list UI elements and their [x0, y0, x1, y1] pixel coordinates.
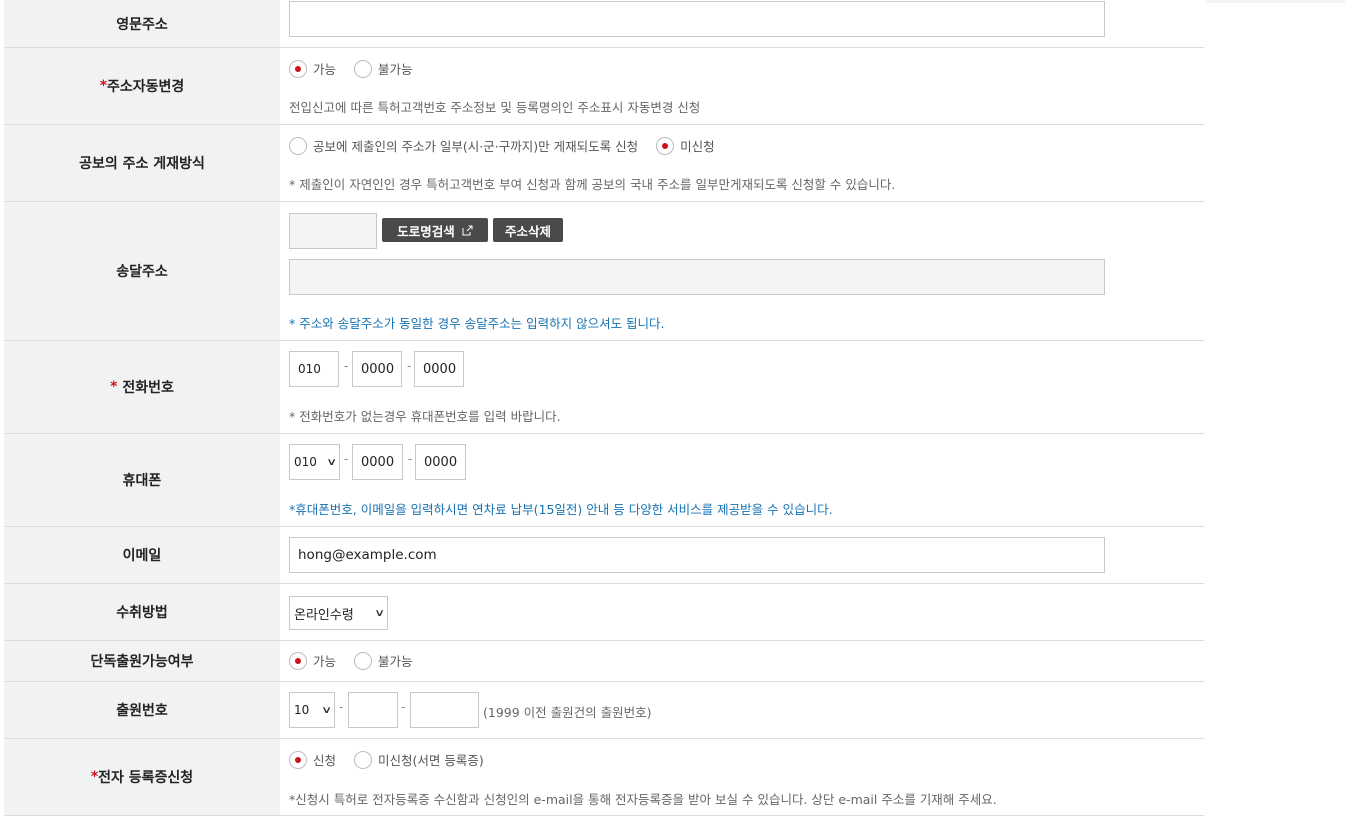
phone-part1-input[interactable]: 010 — [289, 351, 339, 387]
e-certificate-apply-radio[interactable] — [289, 750, 307, 769]
application-dash-1: - — [339, 700, 344, 714]
application-dash-2: - — [401, 700, 406, 714]
label-e-certificate: * 전자 등록증신청 — [4, 739, 280, 815]
label-email: 이메일 — [4, 527, 280, 583]
address-delete-button[interactable]: 주소삭제 — [493, 218, 563, 242]
gazette-partial-radio[interactable] — [289, 136, 307, 155]
auto-change-no-radio[interactable] — [354, 59, 373, 78]
sole-yes-radio[interactable] — [289, 651, 307, 670]
label-application-number: 출원번호 — [4, 682, 280, 738]
email-input[interactable]: hong@example.com — [289, 537, 1105, 573]
label-english-address: 영문주소 — [4, 0, 280, 47]
application-number-note: (1999 이전 출원건의 출원번호) — [483, 705, 652, 720]
top-divider — [1205, 0, 1345, 3]
chevron-down-icon: ∨ — [320, 704, 332, 716]
row-mobile: 휴대폰 010 ∨ - 0000 - 0000 *휴대폰번호, 이메일을 입력하… — [4, 434, 1204, 527]
row-phone: * 전화번호 010 - 0000 - 0000 * 전화번호가 없는경우 휴대… — [4, 341, 1204, 434]
gazette-radio-group: 공보에 제출인의 주소가 일부(시·군·구까지)만 게재되도록 신청 미신청 — [289, 136, 733, 155]
row-delivery-address: 송달주소 도로명검색 주소삭제 * 주소와 송달주소가 동일한 경우 송달주소는… — [4, 202, 1204, 341]
label-delivery-address: 송달주소 — [4, 202, 280, 340]
label-auto-address-change: * 주소자동변경 — [4, 48, 280, 124]
label-gazette-address: 공보의 주소 게재방식 — [4, 125, 280, 201]
auto-change-note: 전입신고에 따른 특허고객번호 주소정보 및 등록명의인 주소표시 자동변경 신… — [289, 100, 701, 115]
row-english-address: 영문주소 — [4, 0, 1204, 48]
e-certificate-radio-group: 신청 미신청(서면 등록증) — [289, 750, 502, 769]
row-auto-address-change: * 주소자동변경 가능 불가능 전입신고에 따른 특허고객번호 주소정보 및 등록… — [4, 48, 1204, 125]
mobile-note: *휴대폰번호, 이메일을 입력하시면 연차료 납부(15일전) 안내 등 다양한… — [289, 502, 833, 517]
gazette-none-radio[interactable] — [656, 136, 675, 155]
row-email: 이메일 hong@example.com — [4, 527, 1204, 584]
phone-note: * 전화번호가 없는경우 휴대폰번호를 입력 바랍니다. — [289, 409, 561, 424]
label-sole-application: 단독출원가능여부 — [4, 641, 280, 681]
auto-change-radio-group: 가능 불가능 — [289, 59, 431, 78]
label-receipt-method: 수취방법 — [4, 584, 280, 640]
mobile-part2-input[interactable]: 0000 — [352, 444, 403, 480]
mobile-prefix-select[interactable]: 010 ∨ — [289, 444, 340, 480]
phone-dash-1: - — [344, 359, 349, 373]
english-address-input[interactable] — [289, 1, 1105, 37]
external-link-icon — [462, 225, 473, 235]
e-certificate-note: *신청시 특허로 전자등록증 수신함과 신청인의 e-mail을 통해 전자등록… — [289, 792, 997, 807]
chevron-down-icon: ∨ — [373, 607, 385, 619]
mobile-dash-1: - — [344, 452, 349, 466]
delivery-address-input[interactable] — [289, 259, 1105, 295]
receipt-method-select[interactable]: 온라인수령 ∨ — [289, 596, 388, 630]
applicant-form: 영문주소 * 주소자동변경 가능 불가능 전입신고에 따른 특허고객번호 주소정보… — [4, 0, 1204, 816]
application-serial-input[interactable] — [410, 692, 479, 728]
row-receipt-method: 수취방법 온라인수령 ∨ — [4, 584, 1204, 641]
sole-no-radio[interactable] — [354, 651, 373, 670]
e-certificate-paper-radio[interactable] — [354, 750, 373, 769]
label-mobile: 휴대폰 — [4, 434, 280, 526]
application-year-input[interactable] — [348, 692, 398, 728]
phone-part3-input[interactable]: 0000 — [414, 351, 464, 387]
chevron-down-icon: ∨ — [325, 456, 337, 468]
auto-change-yes-radio[interactable] — [289, 59, 307, 78]
phone-dash-2: - — [407, 359, 412, 373]
row-application-number: 출원번호 10 ∨ - - (1999 이전 출원건의 출원번호) — [4, 682, 1204, 739]
mobile-dash-2: - — [408, 452, 413, 466]
road-name-search-button[interactable]: 도로명검색 — [382, 218, 488, 242]
label-phone: * 전화번호 — [4, 341, 280, 433]
delivery-zipcode-input[interactable] — [289, 213, 377, 249]
row-sole-application: 단독출원가능여부 가능 불가능 — [4, 641, 1204, 682]
application-prefix-select[interactable]: 10 ∨ — [289, 692, 335, 728]
gazette-note: * 제출인이 자연인인 경우 특허고객번호 부여 신청과 함께 공보의 국내 주… — [289, 177, 896, 192]
row-gazette-address: 공보의 주소 게재방식 공보에 제출인의 주소가 일부(시·군·구까지)만 게재… — [4, 125, 1204, 202]
mobile-part3-input[interactable]: 0000 — [415, 444, 466, 480]
sole-application-radio-group: 가능 불가능 — [289, 651, 431, 670]
row-e-certificate: * 전자 등록증신청 신청 미신청(서면 등록증) *신청시 특허로 전자등록증 … — [4, 739, 1204, 816]
phone-part2-input[interactable]: 0000 — [352, 351, 402, 387]
delivery-address-note: * 주소와 송달주소가 동일한 경우 송달주소는 입력하지 않으셔도 됩니다. — [289, 316, 665, 331]
